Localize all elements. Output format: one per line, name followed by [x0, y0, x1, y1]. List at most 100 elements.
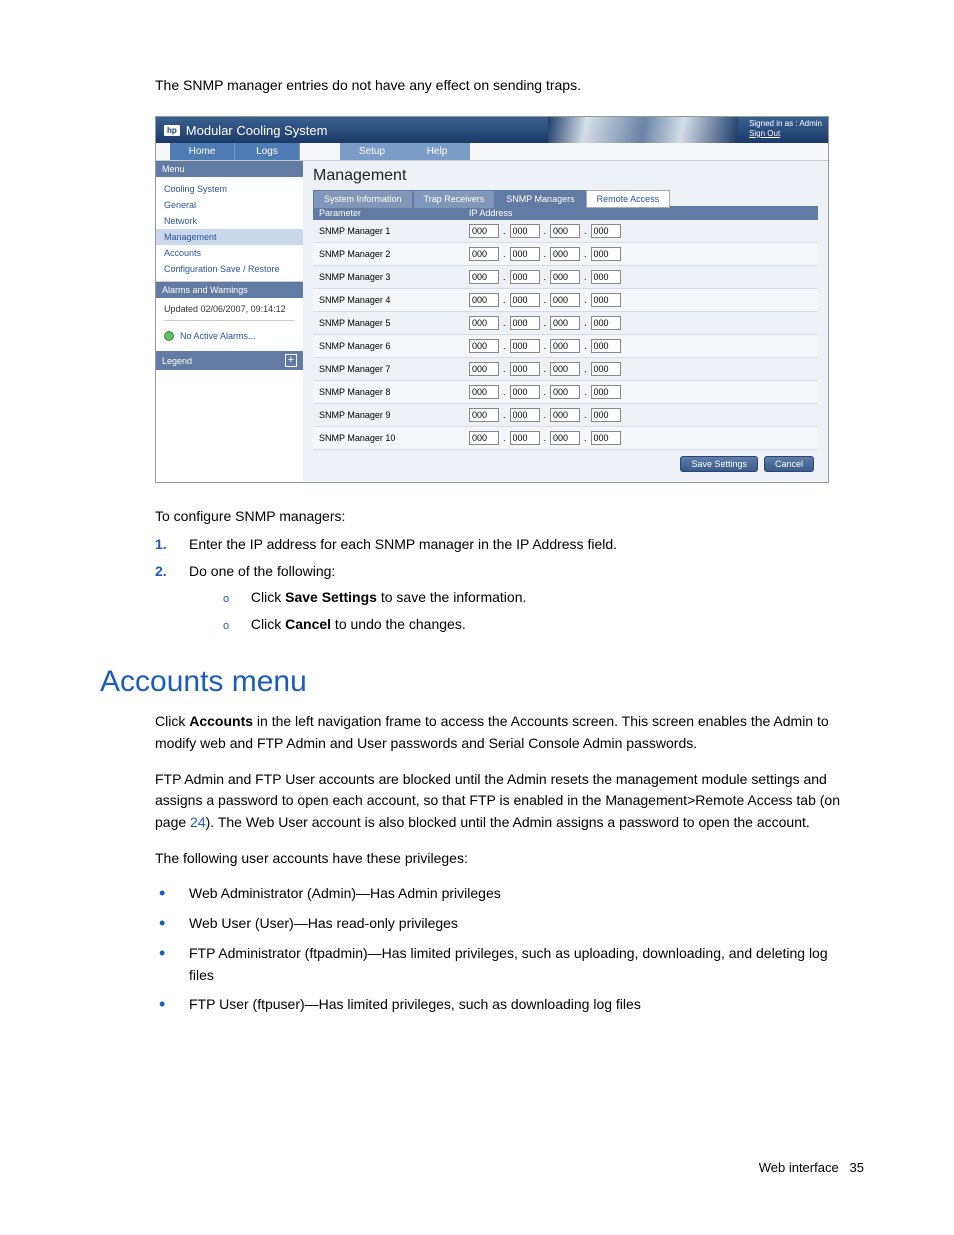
configure-lead: To configure SNMP managers:: [155, 505, 854, 527]
ip-octet-input[interactable]: [469, 224, 499, 238]
ip-octet-input[interactable]: [591, 385, 621, 399]
page-footer: Web interface 35: [759, 1160, 864, 1175]
ip-octet-input[interactable]: [510, 385, 540, 399]
ip-octet-input[interactable]: [469, 270, 499, 284]
accounts-p2: FTP Admin and FTP User accounts are bloc…: [155, 769, 854, 834]
nav-help[interactable]: Help: [405, 143, 470, 160]
sidebar-legend-header[interactable]: Legend +: [156, 351, 303, 370]
signin-block: Signed in as : Admin Sign Out: [749, 119, 822, 138]
ip-octet-input[interactable]: [510, 270, 540, 284]
table-row: SNMP Manager 3...: [313, 266, 818, 289]
ip-octet-input[interactable]: [591, 339, 621, 353]
ip-octet-input[interactable]: [510, 339, 540, 353]
tab-trap-receivers[interactable]: Trap Receivers: [413, 190, 496, 208]
ip-octet-input[interactable]: [550, 247, 580, 261]
ip-octet-input[interactable]: [510, 247, 540, 261]
ip-octet-input[interactable]: [550, 362, 580, 376]
ip-octet-input[interactable]: [591, 247, 621, 261]
row-label: SNMP Manager 6: [319, 341, 469, 351]
ip-octet-input[interactable]: [510, 293, 540, 307]
ip-octet-input[interactable]: [469, 293, 499, 307]
table-row: SNMP Manager 1...: [313, 220, 818, 243]
table-row: SNMP Manager 6...: [313, 335, 818, 358]
sidebar-item-management[interactable]: Management: [156, 229, 303, 245]
row-label: SNMP Manager 2: [319, 249, 469, 259]
ip-octet-input[interactable]: [550, 224, 580, 238]
nav-logs[interactable]: Logs: [235, 143, 300, 160]
nav-setup[interactable]: Setup: [340, 143, 405, 160]
cancel-button[interactable]: Cancel: [764, 456, 814, 472]
tab-remote-access[interactable]: Remote Access: [586, 190, 671, 208]
header-decor: [548, 117, 738, 143]
accounts-p1: Click Accounts in the left navigation fr…: [155, 711, 854, 754]
ip-octet-input[interactable]: [469, 247, 499, 261]
ip-octet-input[interactable]: [550, 408, 580, 422]
no-alarms-text[interactable]: No Active Alarms...: [180, 331, 256, 341]
col-parameter: Parameter: [319, 208, 469, 218]
col-ip: IP Address: [469, 208, 512, 218]
ip-octet-input[interactable]: [469, 408, 499, 422]
sidebar-item-configuration-save-restore[interactable]: Configuration Save / Restore: [156, 261, 303, 277]
app-header: hp Modular Cooling System Signed in as :…: [156, 117, 828, 143]
privilege-item: Web Administrator (Admin)—Has Admin priv…: [189, 883, 854, 905]
step-1-text: Enter the IP address for each SNMP manag…: [189, 533, 617, 555]
ip-octet-input[interactable]: [469, 316, 499, 330]
expand-icon[interactable]: +: [285, 354, 297, 367]
accounts-p3: The following user accounts have these p…: [155, 848, 854, 870]
ip-octet-input[interactable]: [591, 362, 621, 376]
step-2-text: Do one of the following:: [189, 560, 335, 582]
row-label: SNMP Manager 9: [319, 410, 469, 420]
sign-out-link[interactable]: Sign Out: [749, 129, 780, 138]
tab-system-information[interactable]: System Information: [313, 190, 413, 208]
ip-octet-input[interactable]: [510, 362, 540, 376]
ip-octet-input[interactable]: [591, 270, 621, 284]
row-label: SNMP Manager 7: [319, 364, 469, 374]
ip-octet-input[interactable]: [469, 431, 499, 445]
management-screenshot: hp Modular Cooling System Signed in as :…: [155, 116, 829, 483]
accounts-heading: Accounts menu: [100, 665, 854, 699]
ip-octet-input[interactable]: [550, 339, 580, 353]
ip-octet-input[interactable]: [510, 408, 540, 422]
ip-octet-input[interactable]: [591, 293, 621, 307]
ok-icon: [164, 331, 174, 341]
tab-snmp-managers[interactable]: SNMP Managers: [495, 190, 585, 208]
ip-octet-input[interactable]: [469, 385, 499, 399]
sidebar-alarms-header: Alarms and Warnings: [156, 282, 303, 298]
sidebar-item-general[interactable]: General: [156, 197, 303, 213]
ip-octet-input[interactable]: [591, 408, 621, 422]
sidebar: Menu Cooling SystemGeneralNetworkManagem…: [156, 161, 303, 482]
hp-logo: hp: [164, 125, 180, 136]
table-header-row: Parameter IP Address: [313, 206, 818, 220]
ip-octet-input[interactable]: [591, 431, 621, 445]
page-link-24[interactable]: 24: [190, 814, 206, 830]
ip-octet-input[interactable]: [550, 385, 580, 399]
substep-a: Click Save Settings to save the informat…: [223, 586, 854, 609]
table-row: SNMP Manager 7...: [313, 358, 818, 381]
ip-octet-input[interactable]: [591, 224, 621, 238]
app-title: Modular Cooling System: [186, 123, 328, 138]
nav-home[interactable]: Home: [170, 143, 235, 160]
ip-octet-input[interactable]: [510, 316, 540, 330]
step-num-2: 2.: [155, 560, 189, 582]
ip-octet-input[interactable]: [469, 339, 499, 353]
ip-octet-input[interactable]: [469, 362, 499, 376]
sidebar-menu-header: Menu: [156, 161, 303, 177]
ip-octet-input[interactable]: [550, 270, 580, 284]
sidebar-item-network[interactable]: Network: [156, 213, 303, 229]
ip-octet-input[interactable]: [591, 316, 621, 330]
ip-octet-input[interactable]: [510, 224, 540, 238]
sidebar-item-cooling-system[interactable]: Cooling System: [156, 181, 303, 197]
ip-octet-input[interactable]: [550, 293, 580, 307]
intro-text: The SNMP manager entries do not have any…: [100, 75, 854, 96]
step-num-1: 1.: [155, 533, 189, 555]
ip-octet-input[interactable]: [550, 316, 580, 330]
save-settings-button[interactable]: Save Settings: [680, 456, 758, 472]
ip-octet-input[interactable]: [510, 431, 540, 445]
ip-octet-input[interactable]: [550, 431, 580, 445]
row-label: SNMP Manager 4: [319, 295, 469, 305]
sidebar-item-accounts[interactable]: Accounts: [156, 245, 303, 261]
row-label: SNMP Manager 10: [319, 433, 469, 443]
signed-in-label: Signed in as : Admin: [749, 119, 822, 129]
table-row: SNMP Manager 10...: [313, 427, 818, 450]
alarms-updated: Updated 02/06/2007, 09:14:12: [164, 304, 295, 314]
